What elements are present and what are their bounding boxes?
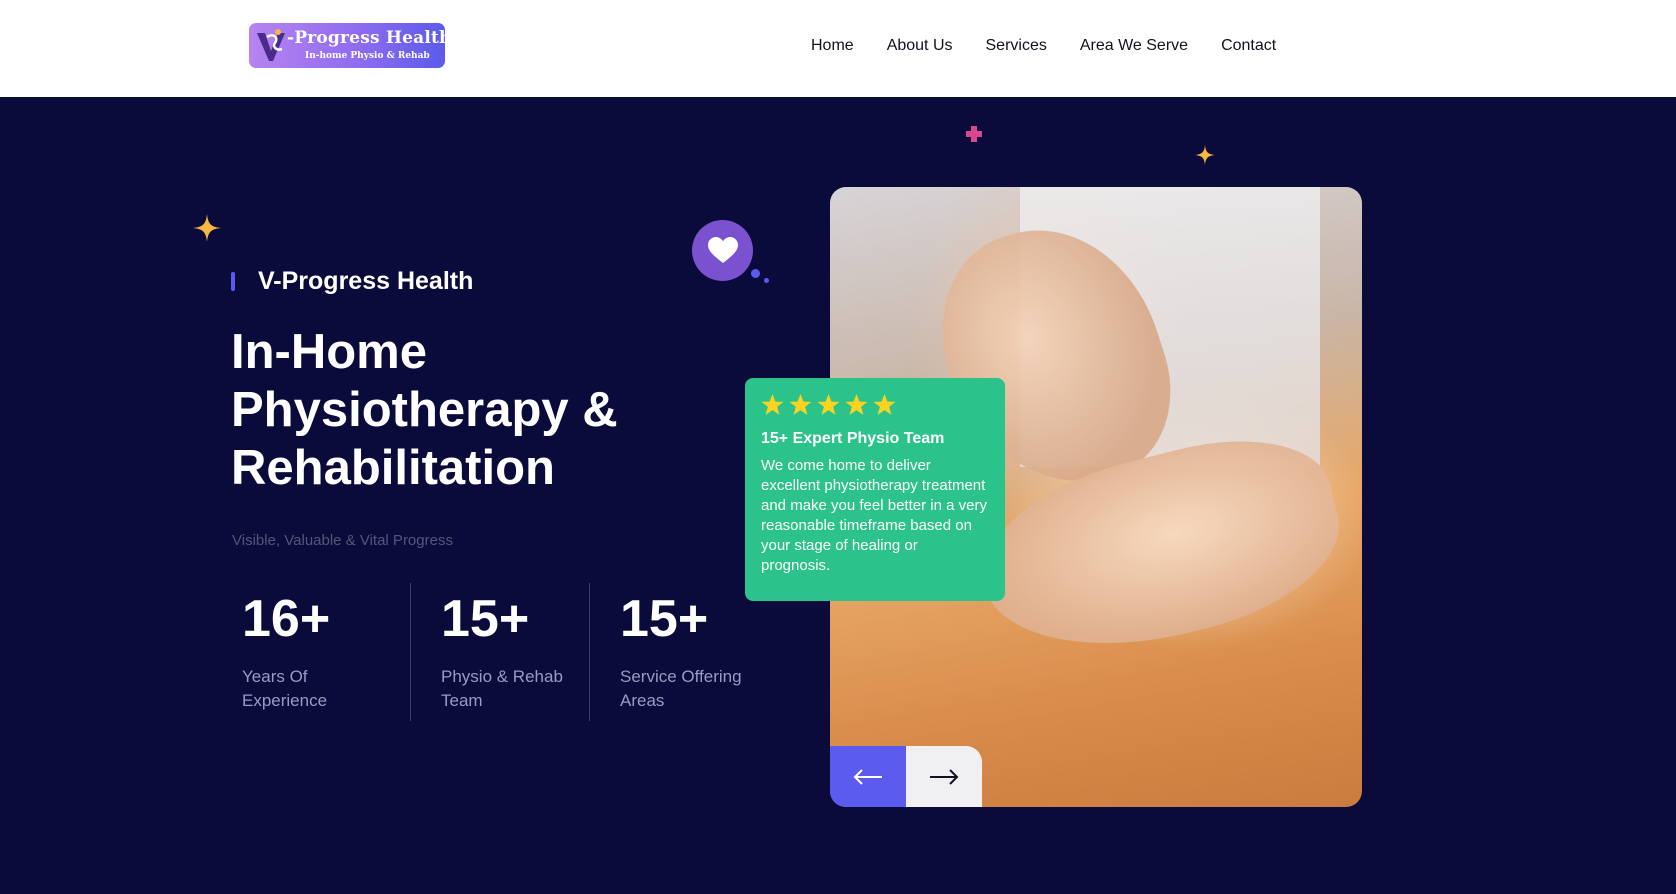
star-icon [873, 393, 896, 415]
nav-contact[interactable]: Contact [1221, 37, 1276, 55]
slider-prev-button[interactable] [830, 746, 906, 807]
logo-subtitle: In-home Physio & Rehab [305, 51, 430, 61]
hero-tagline: Visible, Valuable & Vital Progress [232, 532, 453, 549]
site-logo[interactable]: -Progress Health In-home Physio & Rehab [249, 23, 445, 68]
stat-label: Physio & Rehab Team [441, 667, 563, 710]
stats-row: 16+ Years Of Experience 15+ Physio & Reh… [231, 583, 768, 721]
main-nav: Home About Us Services Area We Serve Con… [811, 37, 1276, 55]
star-rating [761, 393, 989, 417]
star-icon [761, 393, 784, 415]
dot-decoration [751, 269, 760, 278]
site-header: -Progress Health In-home Physio & Rehab … [0, 0, 1676, 97]
nav-about-us[interactable]: About Us [887, 37, 953, 55]
sparkle-icon [1195, 145, 1215, 165]
stat-value: 15+ [441, 590, 530, 648]
eyebrow-title: V-Progress Health [258, 267, 474, 295]
plus-icon [966, 126, 982, 142]
logo-title: -Progress Health [287, 28, 445, 48]
nav-services[interactable]: Services [986, 37, 1047, 55]
nav-home[interactable]: Home [811, 37, 854, 55]
stat-label: Years Of Experience [242, 667, 328, 710]
sparkle-icon [193, 214, 221, 242]
logo-v-icon [257, 29, 285, 61]
heart-badge [692, 220, 753, 281]
eyebrow-accent-bar [231, 272, 235, 291]
stat-label: Service Offering Areas [620, 667, 742, 710]
slider-next-button[interactable] [906, 746, 982, 807]
review-title: 15+ Expert Physio Team [761, 430, 945, 447]
nav-area-we-serve[interactable]: Area We Serve [1080, 37, 1188, 55]
star-icon [845, 393, 868, 415]
stat-value: 16+ [242, 590, 331, 648]
stat-item: 16+ Years Of Experience [231, 583, 410, 721]
stat-item: 15+ Physio & Rehab Team [410, 583, 589, 721]
star-icon [817, 393, 840, 415]
star-icon [789, 393, 812, 415]
hero-headline: In-Home Physiotherapy & Rehabilitation [231, 325, 618, 495]
review-card: 15+ Expert Physio Team We come home to d… [745, 378, 1005, 601]
slider-controls [830, 746, 982, 807]
stat-item: 15+ Service Offering Areas [589, 583, 768, 721]
arrow-right-icon [930, 768, 959, 785]
dot-decoration [764, 278, 769, 283]
heart-icon [707, 237, 738, 263]
arrow-left-icon [853, 768, 882, 785]
review-text: We come home to deliver excellent physio… [761, 457, 987, 574]
